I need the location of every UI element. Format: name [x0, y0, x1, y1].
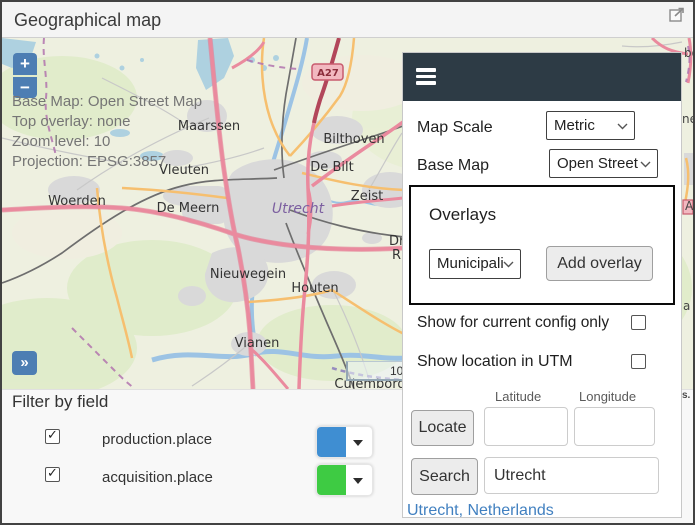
open-external-icon[interactable]: [668, 6, 686, 24]
color-swatch-blue: [317, 427, 346, 457]
map-place-label: Utrecht: [272, 201, 325, 217]
map-place-label: Woerden: [48, 194, 106, 209]
longitude-input[interactable]: [574, 407, 655, 446]
search-button[interactable]: Search: [411, 458, 478, 495]
show-current-config-checkbox[interactable]: [631, 315, 646, 330]
collapse-panel-button[interactable]: »: [12, 351, 37, 375]
filter-row-label: acquisition.place: [102, 469, 213, 486]
search-result-link[interactable]: Utrecht, Netherlands: [407, 502, 554, 520]
show-utm-checkbox[interactable]: [631, 354, 646, 369]
map-place-label: bo: [684, 46, 693, 60]
filter-checkbox-production-place[interactable]: [45, 428, 60, 444]
chevron-down-icon: [640, 161, 651, 167]
map-scale-select[interactable]: Metric: [546, 111, 635, 140]
map-place-label: A: [685, 199, 693, 213]
map-info-basemap: Base Map: Open Street Map: [12, 93, 203, 110]
latitude-label: Latitude: [495, 389, 542, 404]
show-utm-label: Show location in UTM: [417, 353, 573, 370]
map-place-label: Houten: [291, 281, 338, 296]
overlays-title: Overlays: [429, 205, 497, 224]
latitude-input[interactable]: [484, 407, 568, 446]
map-info-zoomlevel: Zoom level: 10: [12, 133, 111, 150]
filter-checkbox-acquisition-place[interactable]: [45, 466, 60, 482]
locate-button[interactable]: Locate: [411, 410, 474, 446]
map-place-label: Zeist: [351, 189, 383, 204]
map-info-overlay-line: Top overlay: none: [12, 113, 131, 130]
zoom-in-button[interactable]: +: [13, 53, 37, 75]
chevron-down-icon: [617, 123, 628, 129]
map-place-label: De Meern: [157, 201, 220, 216]
map-scale-label: Map Scale: [417, 119, 493, 136]
add-overlay-button[interactable]: Add overlay: [546, 246, 653, 281]
overlays-group: Overlays Municipali Add overlay: [409, 185, 675, 305]
map-info-overlay: Base Map: Open Street Map Top overlay: n…: [12, 92, 202, 172]
map-place-label: Bilthoven: [323, 132, 384, 147]
base-map-select[interactable]: Open Street: [549, 149, 658, 178]
road-badge-a27: A27: [311, 63, 344, 81]
base-map-label: Base Map: [417, 157, 490, 174]
map-place-label: Vianen: [235, 336, 280, 351]
map-settings-panel: Map Scale Metric Base Map Open Street Ov…: [402, 52, 682, 520]
overlay-select[interactable]: Municipali: [429, 249, 521, 279]
color-picker-production-place[interactable]: [316, 426, 373, 458]
hamburger-menu-icon[interactable]: [416, 68, 436, 85]
page-title: Geographical map: [14, 10, 162, 30]
map-place-label: a: [683, 299, 690, 313]
attribution-fragment: s.: [682, 390, 691, 401]
title-bar: Geographical map: [2, 2, 693, 38]
longitude-label: Longitude: [579, 389, 637, 404]
map-place-label: ne: [682, 112, 693, 126]
dropdown-caret-icon: [353, 440, 363, 446]
search-input[interactable]: [484, 457, 659, 494]
svg-text:A27: A27: [317, 68, 339, 79]
map-place-label: R: [392, 248, 401, 263]
panel-header: [403, 53, 681, 101]
map-info-projection: Projection: EPSG:3857: [12, 153, 167, 170]
color-picker-acquisition-place[interactable]: [316, 464, 373, 496]
map-place-label: Nieuwegein: [210, 267, 286, 282]
color-swatch-green: [317, 465, 346, 495]
show-current-config-label: Show for current config only: [417, 314, 610, 331]
filter-row-label: production.place: [102, 431, 213, 448]
dropdown-caret-icon: [353, 478, 363, 484]
map-place-label: De Bilt: [310, 160, 353, 175]
chevron-down-icon: [503, 261, 514, 268]
filter-section-title: Filter by field: [12, 392, 109, 411]
geographical-map-widget: Geographical map A27 Woerden Maarssen Vl…: [0, 0, 695, 525]
